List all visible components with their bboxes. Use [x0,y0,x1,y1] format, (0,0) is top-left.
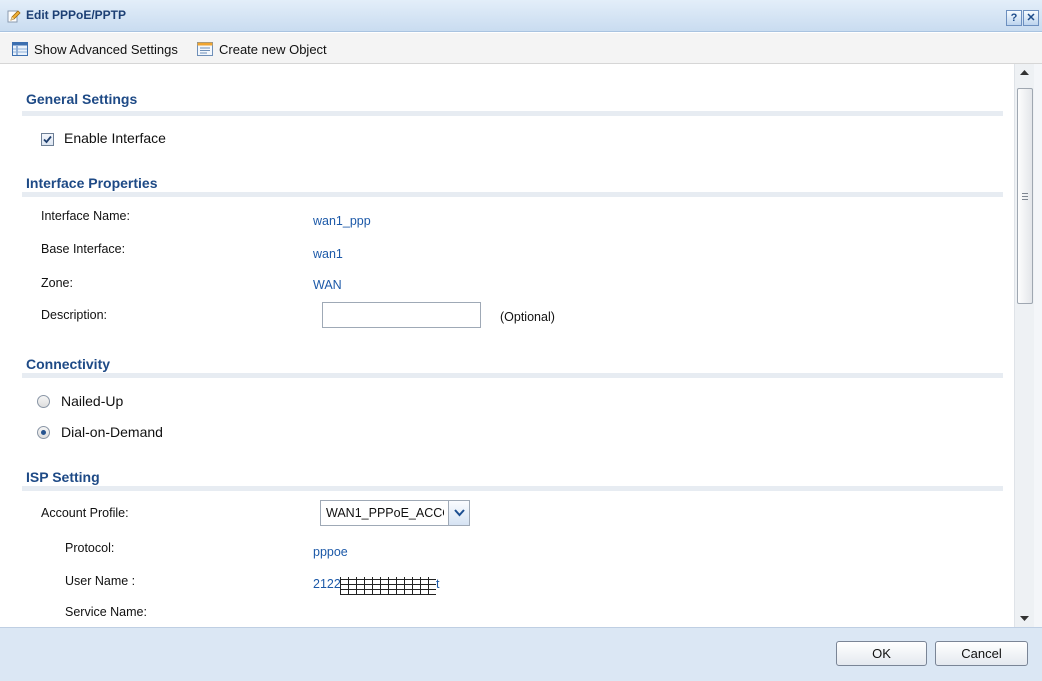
chevron-down-icon [454,509,465,517]
scroll-up-button[interactable] [1015,64,1034,81]
account-profile-label: Account Profile: [41,506,129,520]
help-button[interactable]: ? [1006,10,1022,26]
service-name-label: Service Name: [65,605,147,619]
user-name-value-suffix: t [436,577,440,591]
section-divider [22,373,1003,378]
vertical-scrollbar[interactable] [1014,64,1034,627]
scroll-grip-line [1022,196,1028,197]
window-title: Edit PPPoE/PPTP [26,8,127,22]
redacted-username-mark [340,577,436,595]
zone-label: Zone: [41,276,73,290]
settings-content: General Settings Enable Interface Interf… [0,64,1014,627]
cancel-button[interactable]: Cancel [935,641,1028,666]
isp-setting-heading: ISP Setting [26,469,100,485]
zone-value: WAN [313,278,342,292]
base-interface-value: wan1 [313,247,343,261]
enable-interface-label: Enable Interface [64,130,166,146]
description-input[interactable] [322,302,481,328]
section-divider [22,111,1003,116]
dial-on-demand-radio[interactable] [37,426,50,439]
create-new-object-button[interactable]: Create new Object [197,41,327,57]
account-profile-dropdown-button[interactable] [448,501,469,525]
ok-button[interactable]: OK [836,641,927,666]
dialog-footer: OK Cancel [0,627,1042,681]
account-profile-selected-value: WAN1_PPPoE_ACCOUNT [326,506,444,520]
connectivity-heading: Connectivity [26,356,111,372]
scroll-thumb[interactable] [1017,88,1033,304]
scroll-down-button[interactable] [1015,610,1034,627]
general-settings-heading: General Settings [26,91,138,107]
interface-name-value: wan1_ppp [313,214,371,228]
interface-properties-heading: Interface Properties [26,175,158,191]
window-titlebar: Edit PPPoE/PPTP ? ✕ [0,0,1042,32]
section-divider [22,486,1003,491]
scroll-grip-line [1022,199,1028,200]
account-profile-select[interactable]: WAN1_PPPoE_ACCOUNT [320,500,470,526]
enable-interface-checkbox[interactable] [41,133,54,146]
nailed-up-radio[interactable] [37,395,50,408]
nailed-up-label: Nailed-Up [61,393,124,409]
section-divider [22,192,1003,197]
interface-name-label: Interface Name: [41,209,130,223]
show-advanced-settings-label: Show Advanced Settings [34,41,178,57]
toolbar: Show Advanced Settings Create new Object [0,33,1042,64]
user-name-label: User Name : [65,574,136,588]
window-edge [1034,64,1042,627]
user-name-value-prefix: 2122 [313,577,341,591]
checkmark-icon [43,135,52,144]
description-label: Description: [41,308,107,322]
show-advanced-settings-button[interactable]: Show Advanced Settings [12,41,178,57]
advanced-settings-icon [12,42,28,56]
close-button[interactable]: ✕ [1023,10,1039,26]
scroll-grip-line [1022,193,1028,194]
protocol-value: pppoe [313,545,348,559]
scroll-up-arrow-icon [1020,70,1029,75]
create-object-icon [197,42,213,56]
protocol-label: Protocol: [65,541,115,555]
description-optional-hint: (Optional) [500,310,555,324]
edit-pencil-icon [7,10,21,23]
base-interface-label: Base Interface: [41,242,126,256]
scroll-down-arrow-icon [1020,616,1029,621]
dial-on-demand-label: Dial-on-Demand [61,424,163,440]
create-new-object-label: Create new Object [219,41,327,57]
